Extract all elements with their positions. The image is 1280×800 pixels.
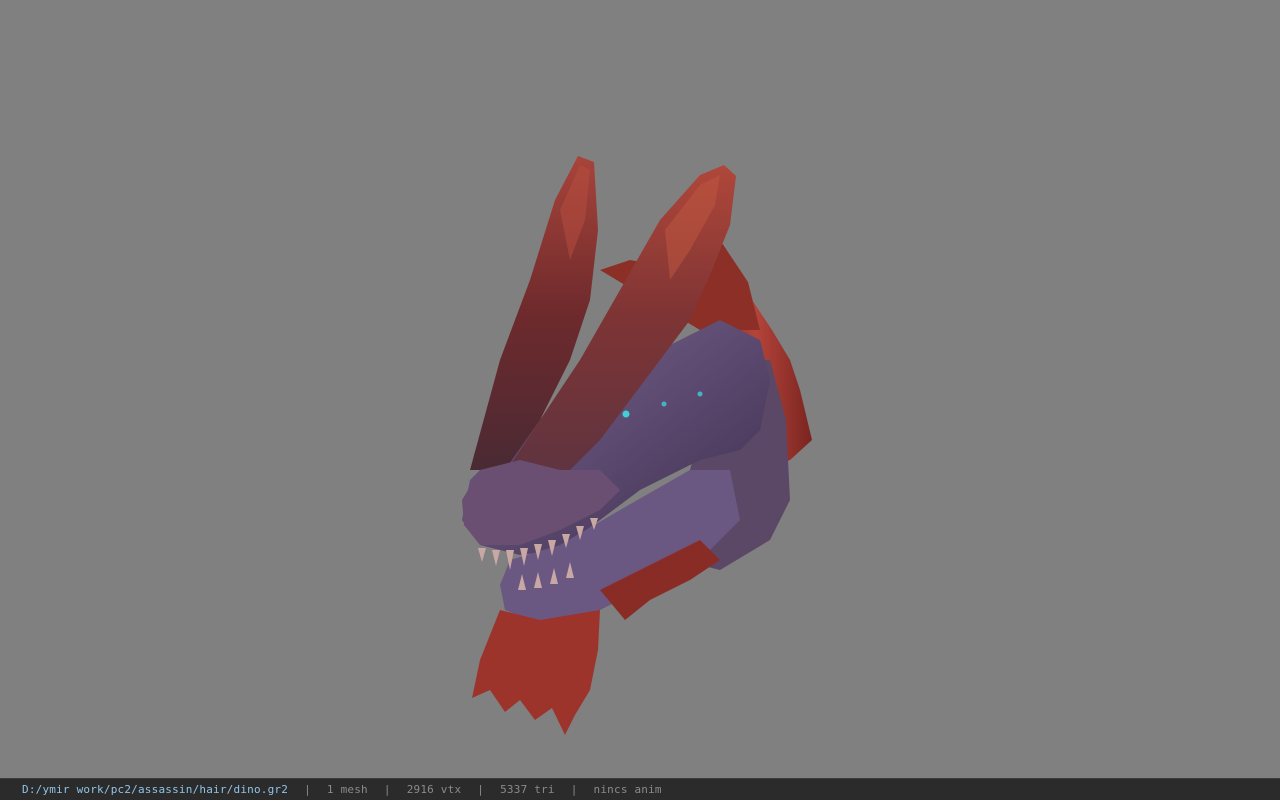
chin-frill xyxy=(472,610,600,735)
file-path: D:/ymir work/pc2/assassin/hair/dino.gr2 xyxy=(22,783,289,796)
separator: | xyxy=(477,783,485,796)
mesh-count: 1 mesh xyxy=(326,783,368,796)
separator: | xyxy=(570,783,578,796)
separator: | xyxy=(304,783,311,796)
vertex-count: 2916 vtx xyxy=(406,783,462,796)
left-eye xyxy=(622,410,630,418)
dino-head-model xyxy=(462,156,812,735)
animation-status: nincs anim xyxy=(593,783,662,796)
triangle-count: 5337 tri xyxy=(500,783,555,796)
separator: | xyxy=(383,783,391,796)
right-eye xyxy=(697,391,703,397)
mid-eye xyxy=(661,401,667,407)
status-bar: D:/ymir work/pc2/assassin/hair/dino.gr2 … xyxy=(0,778,1280,800)
3d-viewport[interactable] xyxy=(0,0,1280,778)
